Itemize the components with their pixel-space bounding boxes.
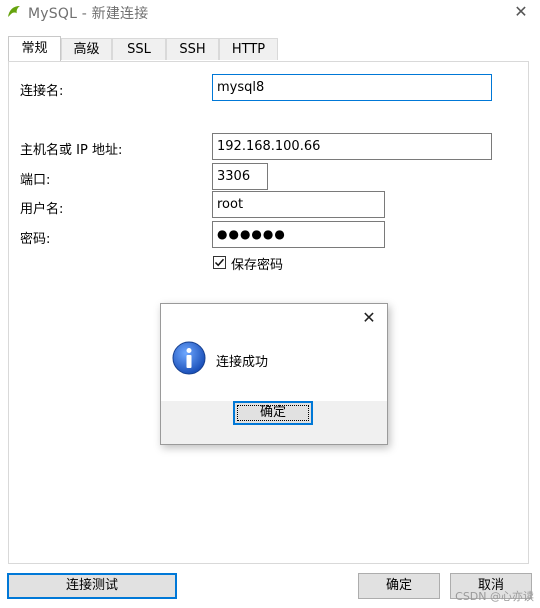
port-label: 端口: xyxy=(20,173,51,188)
dialog-message: 连接成功 xyxy=(216,355,269,370)
dialog-close-button[interactable]: ✕ xyxy=(359,308,379,328)
tab-general-label: 常规 xyxy=(21,41,48,56)
tab-ssl-label: SSL xyxy=(127,42,151,57)
save-password-label: 保存密码 xyxy=(231,258,284,273)
tab-advanced[interactable]: 高级 xyxy=(61,38,112,60)
window-close-button[interactable]: ✕ xyxy=(510,2,532,22)
tab-http[interactable]: HTTP xyxy=(219,38,278,60)
tab-ssl[interactable]: SSL xyxy=(112,38,166,60)
tab-advanced-label: 高级 xyxy=(73,42,100,57)
tab-general[interactable]: 常规 xyxy=(8,36,61,62)
host-input[interactable]: 192.168.100.66 xyxy=(212,133,492,160)
tab-ssh[interactable]: SSH xyxy=(166,38,219,60)
ok-button[interactable]: 确定 xyxy=(358,573,440,599)
title-bar: MySQL - 新建连接 ✕ xyxy=(0,0,540,26)
save-password-checkbox[interactable] xyxy=(213,256,226,269)
host-label: 主机名或 IP 地址: xyxy=(20,143,123,158)
test-connection-label: 连接测试 xyxy=(65,578,118,593)
username-input[interactable]: root xyxy=(212,191,385,218)
ok-label: 确定 xyxy=(385,578,412,593)
username-label: 用户名: xyxy=(20,202,64,217)
tab-ssh-label: SSH xyxy=(179,42,206,57)
info-icon xyxy=(172,341,206,375)
password-input[interactable]: ●●●●●● xyxy=(212,221,385,248)
window-title: MySQL - 新建连接 xyxy=(28,6,149,22)
connection-name-label: 连接名: xyxy=(20,84,64,99)
tab-http-label: HTTP xyxy=(231,42,266,57)
password-label: 密码: xyxy=(20,232,51,247)
connection-name-input[interactable]: mysql8 xyxy=(212,74,492,101)
watermark: CSDN @心亦读 xyxy=(455,590,534,603)
checkmark-icon xyxy=(214,258,225,267)
test-connection-button[interactable]: 连接测试 xyxy=(7,573,177,599)
mysql-dolphin-icon xyxy=(8,6,20,17)
new-connection-window: MySQL - 新建连接 ✕ 常规 高级 SSL SSH HTTP 连接名: m… xyxy=(0,0,540,608)
port-input[interactable]: 3306 xyxy=(212,163,268,190)
focus-rect xyxy=(237,405,309,421)
dialog-ok-button[interactable]: 确定 xyxy=(233,401,313,425)
message-dialog: ✕ 连接成功 确定 xyxy=(160,303,388,445)
